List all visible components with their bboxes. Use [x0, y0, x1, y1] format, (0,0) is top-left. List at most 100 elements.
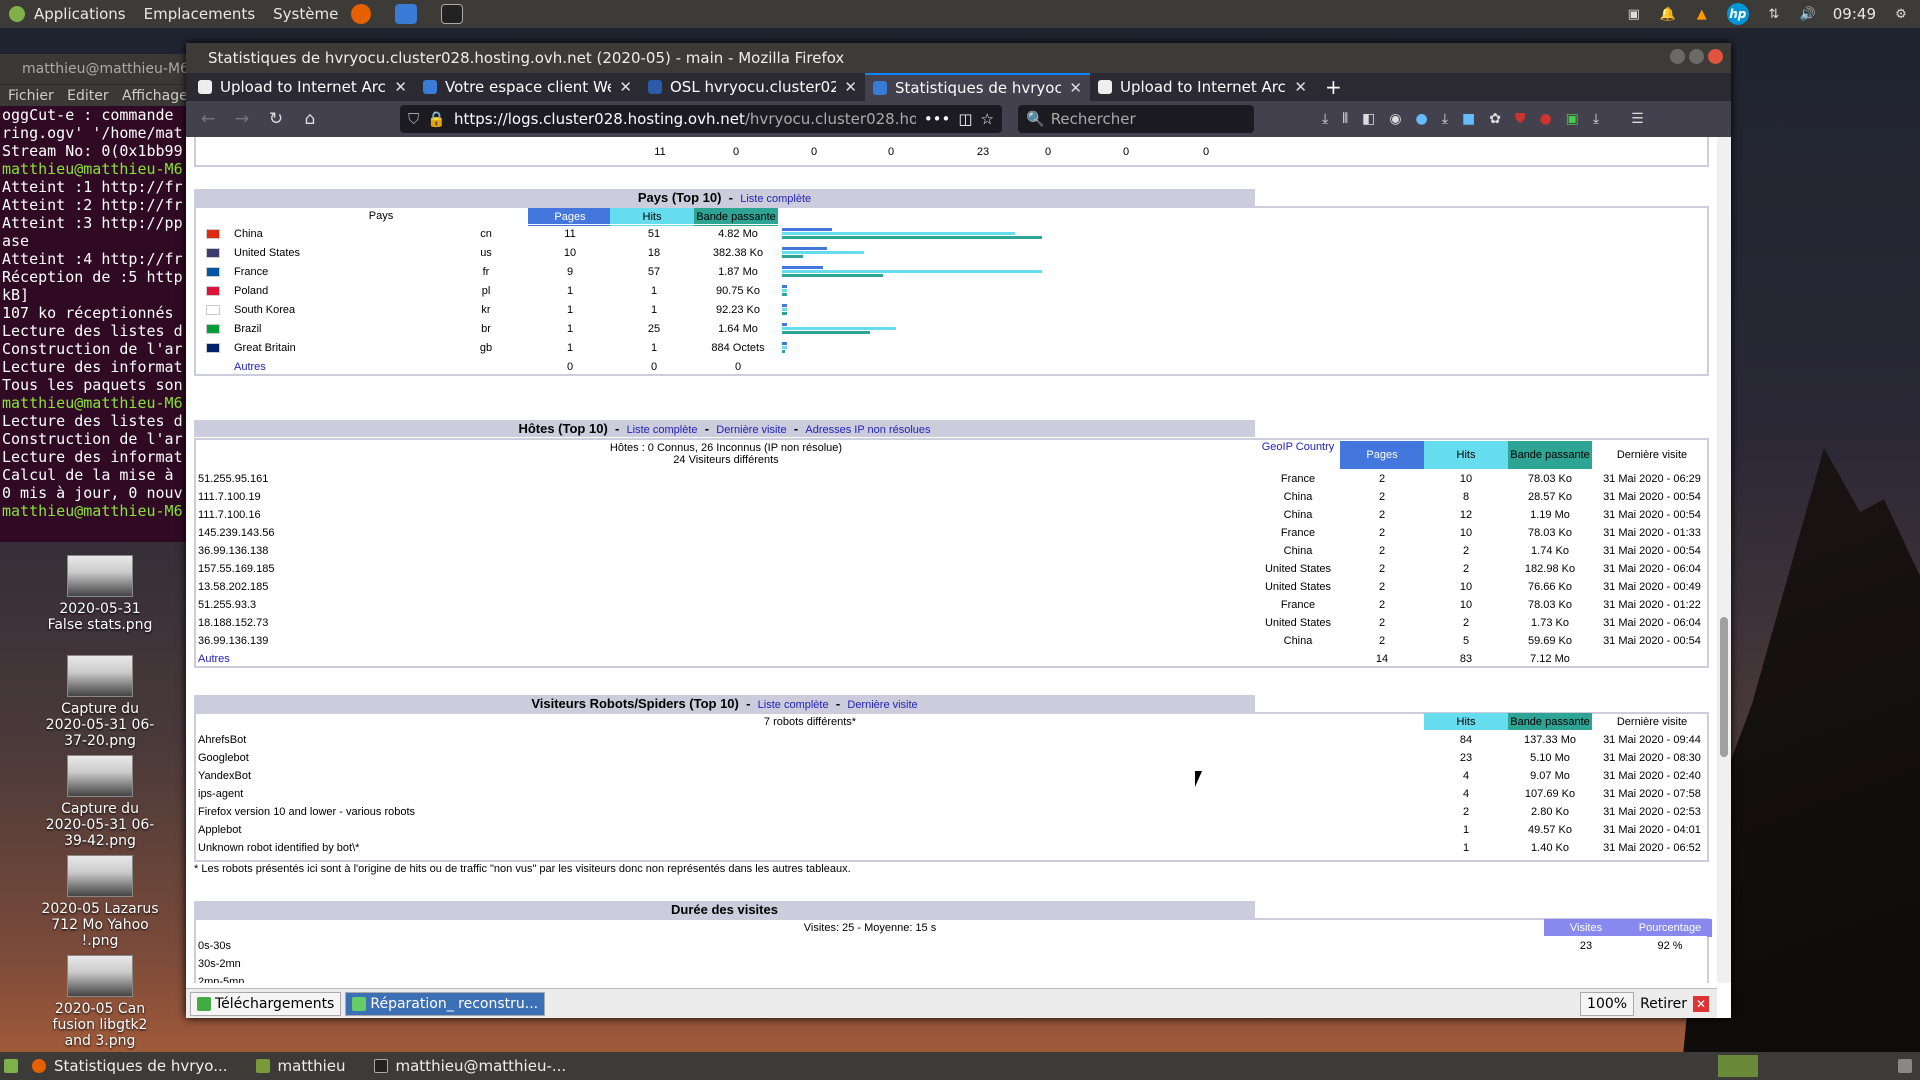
host-last-visit: 31 Mai 2020 - 06:29: [1603, 473, 1701, 485]
remove-button[interactable]: Retirer: [1634, 996, 1693, 1012]
trash-icon[interactable]: [1898, 1059, 1912, 1073]
new-tab-plus-icon[interactable]: +: [1315, 73, 1352, 101]
thunderbird-launcher-icon[interactable]: [395, 4, 418, 24]
menu-places[interactable]: Emplacements: [135, 0, 265, 28]
extension-6-icon[interactable]: ▣: [1566, 111, 1579, 127]
tab-close-icon[interactable]: ✕: [1069, 79, 1082, 97]
close-window-button[interactable]: [1708, 49, 1723, 64]
window-title: Statistiques de hvryocu.cluster028.hosti…: [208, 49, 845, 67]
window-title-bar[interactable]: Statistiques de hvryocu.cluster028.hosti…: [186, 43, 1731, 73]
browser-tab[interactable]: OSL hvryocu.cluster028 ✕: [640, 73, 865, 101]
url-bar[interactable]: ⛉ 🔒 https://logs.cluster028.hosting.ovh.…: [400, 105, 1002, 133]
zoom-level[interactable]: 100%: [1580, 991, 1635, 1016]
extension-1-icon[interactable]: ●: [1416, 111, 1428, 127]
terminal-menu-file[interactable]: Fichier: [8, 88, 54, 104]
browser-tab[interactable]: Upload to Internet Arch ✕: [1090, 73, 1315, 101]
close-statusbar-icon[interactable]: ✕: [1693, 995, 1709, 1012]
host-others-link[interactable]: Autres: [198, 650, 498, 668]
desktop-file-icon[interactable]: 2020-05 Can fusion libgtk2 and 3.png: [40, 955, 160, 1049]
hp-printer-icon[interactable]: hp: [1726, 3, 1749, 25]
desktop-file-icon[interactable]: Capture du 2020-05-31 06-39-42.png: [40, 755, 160, 849]
host-country: France: [1280, 599, 1316, 611]
desktop-file-icon[interactable]: 2020-05-31 False stats.png: [40, 555, 160, 633]
home-icon[interactable]: ⌂: [296, 109, 324, 129]
download-file-button[interactable]: Réparation_ reconstru...: [345, 991, 546, 1016]
show-desktop-icon[interactable]: [4, 1059, 18, 1073]
search-input[interactable]: 🔍 Rechercher: [1018, 105, 1254, 133]
lock-icon[interactable]: 🔒: [427, 110, 446, 128]
tab-close-icon[interactable]: ✕: [619, 78, 632, 96]
terminal-launcher-icon[interactable]: [441, 4, 464, 24]
downloads-statusbar: Téléchargements Réparation_ reconstru...…: [186, 988, 1717, 1018]
terminal-window[interactable]: matthieu@matthieu-M6 Fichier Editer Affi…: [0, 54, 190, 542]
browser-tab[interactable]: Statistiques de hvryocu. ✕: [865, 73, 1090, 101]
menu-applications[interactable]: Applications: [25, 0, 135, 28]
browser-tab[interactable]: Votre espace client Web ✕: [415, 73, 640, 101]
sidebar-icon[interactable]: ◧: [1362, 111, 1375, 127]
maximize-button[interactable]: [1689, 49, 1704, 64]
robots-footnote: * Les robots présentés ici sont à l'orig…: [194, 863, 851, 875]
country-others-link[interactable]: Autres: [234, 358, 414, 376]
robot-hits: 23: [1459, 752, 1473, 764]
taskbar-item-firefox[interactable]: Statistiques de hvryo...: [18, 1052, 242, 1080]
extension-2-icon[interactable]: ⤓: [1442, 111, 1448, 127]
hosts-full-list-link[interactable]: Liste complète: [627, 424, 698, 436]
ublock-icon[interactable]: ⛊: [1515, 111, 1526, 127]
hamburger-menu-icon[interactable]: ☰: [1631, 111, 1644, 127]
network-icon[interactable]: ⇅: [1765, 5, 1783, 23]
duration-range: 30s-2mn: [198, 958, 241, 970]
firefox-launcher-icon[interactable]: [351, 4, 372, 24]
scrollbar-thumb[interactable]: [1720, 617, 1728, 757]
page-content[interactable]: 11 0 0 0 23 0 0 0 Pays (Top 10) - Liste complèt…: [186, 137, 1717, 983]
bookmark-star-icon[interactable]: ☆: [981, 110, 994, 128]
host-others-bandwidth: 7.12 Mo: [1530, 653, 1570, 665]
countries-full-list-link[interactable]: Liste complète: [740, 193, 811, 205]
desktop-file-icon[interactable]: 2020-05 Lazarus 712 Mo Yahoo !.png: [40, 855, 160, 949]
robot-name: Firefox version 10 and lower - various r…: [198, 806, 416, 818]
account-icon[interactable]: ◉: [1389, 111, 1401, 127]
reload-icon[interactable]: ↻: [262, 109, 290, 129]
taskbar-item-folder[interactable]: matthieu: [242, 1052, 360, 1080]
page-scrollbar[interactable]: [1717, 137, 1731, 983]
browser-tab[interactable]: Upload to Internet Arch ✕: [190, 73, 415, 101]
tab-close-icon[interactable]: ✕: [844, 78, 857, 96]
extension-3-icon[interactable]: ■: [1462, 111, 1475, 127]
terminal-output[interactable]: oggCut-e : commande ring.ogv' '/home/mat S…: [0, 106, 190, 520]
page-actions-icon[interactable]: •••: [924, 110, 951, 128]
tab-close-icon[interactable]: ✕: [394, 78, 407, 96]
clock[interactable]: 09:49: [1833, 5, 1876, 23]
robots-full-list-link[interactable]: Liste complète: [758, 699, 829, 711]
downloads-icon[interactable]: ⤓: [1322, 111, 1328, 127]
terminal-menu-edit[interactable]: Editer: [67, 88, 108, 104]
ubuntu-logo-icon[interactable]: [9, 6, 25, 22]
robots-last-visit-link[interactable]: Dernière visite: [847, 699, 917, 711]
desktop-file-icon[interactable]: Capture du 2020-05-31 06-37-20.png: [40, 655, 160, 749]
minimize-button[interactable]: [1670, 49, 1685, 64]
country-name: Poland: [234, 285, 269, 297]
shield-icon[interactable]: ⛉: [408, 110, 419, 128]
duration-visits: [1544, 955, 1628, 973]
hosts-last-visit-link[interactable]: Dernière visite: [716, 424, 786, 436]
forward-arrow-icon[interactable]: →: [228, 109, 256, 129]
terminal-menu-view[interactable]: Affichage: [122, 88, 188, 104]
column-header-percentage: Pourcentage: [1628, 919, 1712, 937]
downloads-button[interactable]: Téléchargements: [190, 991, 342, 1016]
taskbar-item-terminal[interactable]: matthieu@matthieu-...: [360, 1052, 581, 1080]
notification-bell-icon[interactable]: 🔔: [1659, 5, 1677, 23]
extension-5-icon[interactable]: ●: [1539, 111, 1551, 127]
vlc-icon[interactable]: ▲: [1693, 5, 1711, 23]
volume-icon[interactable]: 🔊: [1799, 5, 1817, 23]
settings-gear-icon[interactable]: ⚙: [1892, 5, 1910, 23]
back-arrow-icon[interactable]: ←: [194, 109, 222, 129]
extension-7-icon[interactable]: ⤓: [1593, 111, 1599, 127]
workspace-switcher[interactable]: [1718, 1055, 1758, 1077]
extension-4-icon[interactable]: ✿: [1489, 111, 1501, 127]
hosts-unresolved-ip-link[interactable]: Adresses IP non résolues: [805, 424, 930, 436]
pocket-icon[interactable]: ◫: [958, 110, 972, 128]
menu-system[interactable]: Système: [264, 0, 347, 28]
terminal-line: ase: [2, 232, 30, 250]
host-row: 145.239.143.56 France 2 10 78.03 Ko 31 Mai 20…: [196, 523, 1707, 541]
clipboard-icon[interactable]: ▣: [1625, 5, 1643, 23]
tab-close-icon[interactable]: ✕: [1294, 78, 1307, 96]
library-icon[interactable]: ⫴: [1342, 111, 1348, 127]
